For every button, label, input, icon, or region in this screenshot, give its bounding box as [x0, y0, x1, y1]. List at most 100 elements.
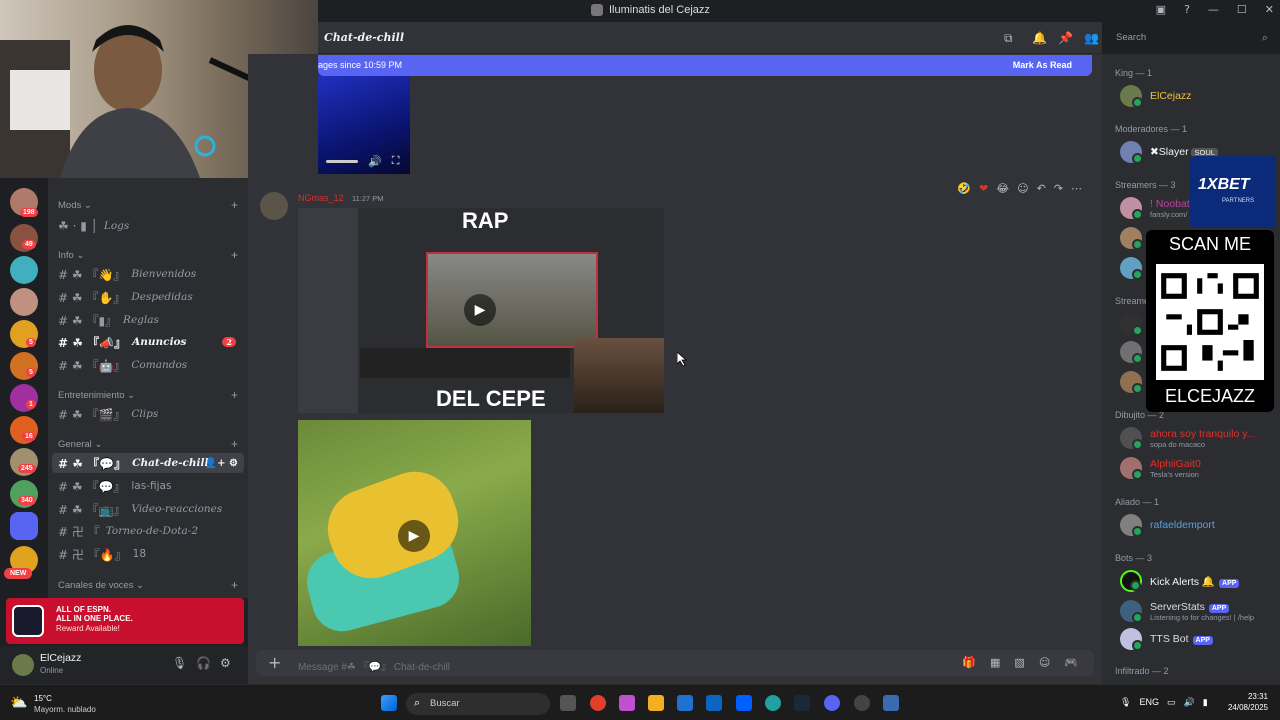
forward-icon[interactable]: ↷	[1054, 182, 1063, 195]
clock[interactable]: 23:31 24/08/2025	[1228, 691, 1268, 713]
category-info[interactable]: Info ⌄ +	[58, 248, 238, 262]
channel-item-18[interactable]: # 卍 『🔥』 18	[52, 544, 244, 564]
minimize-button[interactable]: —	[1208, 3, 1219, 16]
edge-icon[interactable]	[765, 695, 781, 711]
maximize-button[interactable]: ☐	[1237, 3, 1247, 16]
video-attachment[interactable]: ▶	[298, 420, 531, 646]
sticker-icon[interactable]: ▧	[1014, 656, 1024, 669]
avatar[interactable]	[260, 192, 288, 220]
windows-start-icon[interactable]	[381, 695, 397, 711]
member-item[interactable]	[1120, 226, 1143, 250]
search-input[interactable]: Search ⌕	[1110, 28, 1274, 48]
attach-icon[interactable]: +	[268, 653, 281, 672]
promo-banner[interactable]: ALL OF ESPN. ALL IN ONE PLACE. Reward Ava…	[6, 598, 244, 644]
channel-item-video-reacciones[interactable]: # ☘ 『📺』 Video-reacciones	[52, 499, 244, 519]
pin-icon[interactable]: 📌	[1058, 31, 1073, 45]
close-button[interactable]: ✕	[1265, 3, 1274, 16]
add-reaction-icon[interactable]: ☺	[1017, 182, 1028, 195]
file-explorer-icon[interactable]	[648, 695, 664, 711]
member-item[interactable]: ahora soy tranquilo y... sopa do macaco	[1120, 426, 1255, 450]
member-item[interactable]: AlphiiGait0 Tesla's version	[1120, 456, 1201, 480]
avatar[interactable]	[12, 654, 34, 676]
battery-icon[interactable]: ▮	[1203, 697, 1208, 708]
gift-icon[interactable]: 🎁	[962, 656, 976, 669]
more-icon[interactable]: ⋯	[1071, 182, 1082, 195]
mark-as-read-button[interactable]: Mark As Read	[1013, 60, 1072, 70]
store-icon[interactable]	[677, 695, 693, 711]
reaction-heart-icon[interactable]: ❤	[979, 182, 988, 195]
volume-icon[interactable]: 🔊	[1183, 697, 1194, 708]
outlook-icon[interactable]	[706, 695, 722, 711]
apps-icon[interactable]: 🎮	[1064, 656, 1078, 669]
category-mods[interactable]: Mods ⌄ +	[58, 198, 238, 212]
channel-item-reglas[interactable]: # ☘ 『▮』 Reglas	[52, 310, 244, 330]
server-avatar[interactable]	[10, 256, 38, 284]
member-item[interactable]: TTS Bot APP	[1120, 627, 1213, 651]
channel-item-anuncios[interactable]: # ☘ 『📣』 Anuncios 2	[52, 332, 244, 352]
add-channel-icon[interactable]: +	[231, 198, 238, 212]
member-item[interactable]	[1120, 312, 1143, 336]
message-input[interactable]: + Message #☘ 『💬』 Chat-de-chill 🎁 ▦ ▧ ☺ 🎮	[256, 650, 1094, 676]
copilot-icon[interactable]	[619, 695, 635, 711]
help-icon[interactable]: ?	[1184, 3, 1190, 16]
channel-item-partial[interactable]	[52, 178, 244, 188]
category-general[interactable]: General ⌄ +	[58, 437, 238, 451]
threads-icon[interactable]: ⧉	[1004, 31, 1013, 46]
play-icon[interactable]: ▶	[398, 520, 430, 552]
category-canales-de-voces[interactable]: Canales de voces ⌄ +	[58, 578, 238, 592]
channel-item-clips[interactable]: # ☘ 『🎬』 Clips	[52, 404, 244, 424]
member-item[interactable]: Kick Alerts 🔔 APP	[1120, 569, 1240, 593]
message-author[interactable]: NGmas_12	[298, 193, 344, 203]
category-entretenimiento[interactable]: Entretenimiento ⌄ +	[58, 388, 238, 402]
reply-icon[interactable]: ↶	[1037, 182, 1046, 195]
new-messages-bar[interactable]: ages since 10:59 PM Mark As Read	[318, 55, 1092, 76]
video-attachment[interactable]: 🔊 ⛶	[318, 76, 410, 174]
task-view-icon[interactable]	[560, 695, 576, 711]
calculator-icon[interactable]	[883, 695, 899, 711]
channel-item-logs[interactable]: ☘ · ▮ │ Logs	[52, 216, 244, 236]
obs-icon[interactable]	[854, 695, 870, 711]
channel-item-despedidas[interactable]: # ☘ 『✋』 Despedidas	[52, 287, 244, 307]
bell-icon[interactable]: 🔔	[1032, 31, 1047, 45]
folder-icon[interactable]	[10, 512, 38, 540]
volume-icon[interactable]: 🔊	[368, 155, 382, 168]
volume-slider[interactable]	[326, 159, 358, 163]
taskbar-search[interactable]: ⌕ Buscar	[406, 693, 550, 715]
member-item[interactable]: ! Noobat fansly.com/	[1120, 196, 1190, 220]
settings-icon[interactable]: 👤+ ⚙	[205, 458, 238, 469]
network-icon[interactable]: ▭	[1167, 697, 1176, 708]
gear-icon[interactable]: ⚙	[220, 656, 231, 670]
discord-icon[interactable]	[824, 695, 840, 711]
play-icon[interactable]: ▶	[464, 294, 496, 326]
channel-item-las-fijas[interactable]: # ☘ 『💬』 las-fijas	[52, 476, 244, 496]
gif-icon[interactable]: ▦	[990, 656, 1000, 669]
reaction-joy-icon[interactable]: 😂	[996, 182, 1009, 195]
steam-icon[interactable]	[794, 695, 810, 711]
member-item[interactable]	[1120, 370, 1143, 394]
member-item[interactable]: rafaeldemport	[1120, 513, 1215, 537]
language-indicator[interactable]: ENG	[1139, 697, 1159, 708]
member-item[interactable]: ElCejazz	[1120, 84, 1191, 108]
members-icon[interactable]: 👥	[1084, 31, 1099, 45]
add-channel-icon[interactable]: +	[231, 248, 238, 262]
member-item[interactable]: ServerStats APP Listening to for changes! …	[1120, 599, 1254, 623]
channel-item-bienvenidos[interactable]: # ☘ 『👋』 Bienvenidos	[52, 264, 244, 284]
reaction-laugh-icon[interactable]: 🤣	[957, 182, 971, 195]
channel-item-torneo[interactable]: # 卍 『 Torneo-de-Dota-2	[52, 521, 244, 541]
headphones-icon[interactable]: 🎧	[196, 656, 211, 670]
video-attachment[interactable]: RAP DEL CEPE ▶	[298, 208, 664, 413]
mic-icon[interactable]: 🎙	[1120, 697, 1131, 708]
fullscreen-icon[interactable]: ⛶	[392, 154, 400, 168]
channel-item-chat-de-chill[interactable]: # ☘ 『💬』 Chat-de-chill 👤+ ⚙	[52, 453, 244, 473]
add-channel-icon[interactable]: +	[231, 437, 238, 451]
add-channel-icon[interactable]: +	[231, 578, 238, 592]
member-item[interactable]	[1120, 256, 1143, 280]
channel-item-comandos[interactable]: # ☘ 『🤖』 Comandos	[52, 355, 244, 375]
inbox-icon[interactable]: ▣	[1156, 3, 1166, 16]
member-item[interactable]	[1120, 340, 1143, 364]
add-channel-icon[interactable]: +	[231, 388, 238, 402]
microphone-icon[interactable]: 🎙	[172, 656, 187, 670]
server-avatar[interactable]	[10, 288, 38, 316]
chrome-icon[interactable]	[590, 695, 606, 711]
dropbox-icon[interactable]	[736, 695, 752, 711]
